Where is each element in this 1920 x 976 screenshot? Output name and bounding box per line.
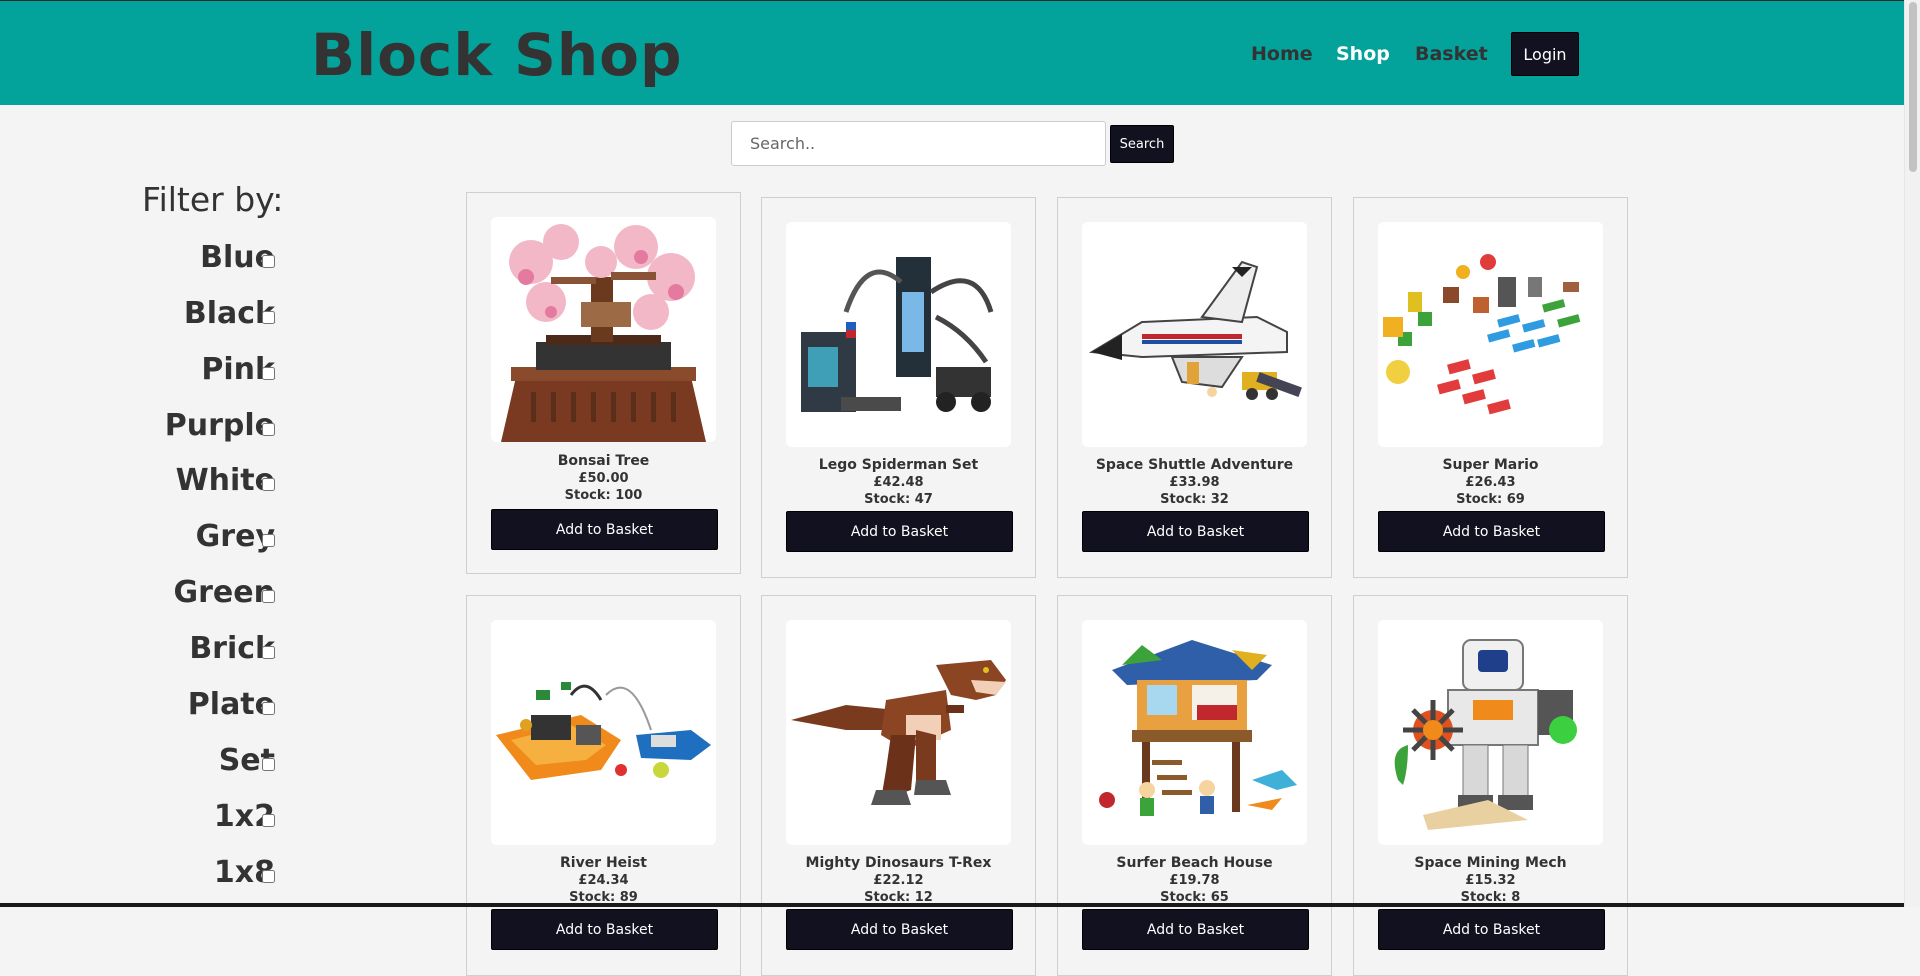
site-header: Block Shop Home Shop Basket Login [0, 1, 1904, 105]
nav-home-link[interactable]: Home [1251, 39, 1313, 69]
filter-option-white: White [176, 461, 275, 501]
filter-checkbox-purple[interactable] [262, 423, 275, 436]
add-to-basket-button[interactable]: Add to Basket [786, 511, 1013, 552]
site-logo[interactable]: Block Shop [311, 15, 683, 95]
scrollbar-thumb[interactable] [1909, 2, 1917, 172]
filter-checkbox-brick[interactable] [262, 646, 275, 659]
product-card-spiderman-set: Lego Spiderman Set £42.48 Stock: 47 Add … [761, 197, 1036, 578]
product-name: Space Mining Mech [1414, 855, 1567, 871]
filter-checkbox-pink[interactable] [262, 367, 275, 380]
add-to-basket-button[interactable]: Add to Basket [1082, 511, 1309, 552]
filter-label: Purple [164, 408, 275, 443]
spiderman-set-image[interactable] [786, 222, 1011, 447]
add-to-basket-button[interactable]: Add to Basket [1378, 909, 1605, 950]
add-to-basket-button[interactable]: Add to Basket [491, 509, 718, 550]
filter-label: Green [173, 575, 275, 610]
product-stock: Stock: 47 [864, 492, 933, 507]
add-to-basket-button[interactable]: Add to Basket [491, 909, 718, 950]
product-price: £42.48 [873, 475, 924, 490]
filter-checkbox-1x2[interactable] [262, 814, 275, 827]
product-stock: Stock: 69 [1456, 492, 1525, 507]
filter-checkbox-black[interactable] [262, 311, 275, 324]
product-card-beach-house: Surfer Beach House £19.78 Stock: 65 Add … [1057, 595, 1332, 976]
product-name: River Heist [559, 855, 647, 871]
filter-checkbox-1x8[interactable] [262, 870, 275, 883]
filter-checkbox-white[interactable] [262, 478, 275, 491]
nav-shop-link[interactable]: Shop [1336, 39, 1390, 69]
mining-mech-image[interactable] [1378, 620, 1603, 845]
search-button[interactable]: Search [1110, 125, 1174, 163]
filter-checkbox-grey[interactable] [262, 534, 275, 547]
add-to-basket-button[interactable]: Add to Basket [1378, 511, 1605, 552]
product-name: Mighty Dinosaurs T-Rex [805, 855, 992, 871]
filter-checkbox-blue[interactable] [262, 255, 275, 268]
product-card-space-shuttle: Space Shuttle Adventure £33.98 Stock: 32… [1057, 197, 1332, 578]
product-card-mining-mech: Space Mining Mech £15.32 Stock: 8 Add to… [1353, 595, 1628, 976]
product-stock: Stock: 32 [1160, 492, 1229, 507]
search-input[interactable] [731, 121, 1106, 166]
product-name: Lego Spiderman Set [818, 457, 979, 473]
product-price: £33.98 [1169, 475, 1220, 490]
product-name: Space Shuttle Adventure [1095, 457, 1294, 473]
product-price: £19.78 [1169, 873, 1220, 888]
super-mario-image[interactable] [1378, 222, 1603, 447]
add-to-basket-button[interactable]: Add to Basket [786, 909, 1013, 950]
product-card-super-mario: Super Mario £26.43 Stock: 69 Add to Bask… [1353, 197, 1628, 578]
product-card-river-heist: River Heist £24.34 Stock: 89 Add to Bask… [466, 595, 741, 976]
filter-label: White [175, 463, 275, 498]
filter-checkbox-plate[interactable] [262, 702, 275, 715]
product-card-t-rex: Mighty Dinosaurs T-Rex £22.12 Stock: 12 … [761, 595, 1036, 976]
filter-title: Filter by: [142, 180, 284, 219]
bonsai-tree-image[interactable] [491, 217, 716, 442]
product-price: £15.32 [1465, 873, 1516, 888]
window-bottom-border [0, 903, 1904, 907]
filter-option-purple: Purple [165, 406, 275, 446]
river-heist-image[interactable] [491, 620, 716, 845]
product-price: £50.00 [578, 471, 629, 486]
page-scrollbar[interactable] [1904, 0, 1920, 907]
product-stock: Stock: 100 [564, 488, 643, 503]
product-price: £24.34 [578, 873, 629, 888]
product-price: £22.12 [873, 873, 924, 888]
t-rex-image[interactable] [786, 620, 1011, 845]
nav-basket-link[interactable]: Basket [1415, 39, 1488, 69]
filter-checkbox-green[interactable] [262, 590, 275, 603]
login-button[interactable]: Login [1511, 32, 1579, 76]
add-to-basket-button[interactable]: Add to Basket [1082, 909, 1309, 950]
product-name: Super Mario [1442, 457, 1539, 473]
product-price: £26.43 [1465, 475, 1516, 490]
filter-option-green: Green [174, 573, 275, 613]
space-shuttle-image[interactable] [1082, 222, 1307, 447]
product-name: Bonsai Tree [557, 453, 650, 469]
product-name: Surfer Beach House [1116, 855, 1273, 871]
beach-house-image[interactable] [1082, 620, 1307, 845]
filter-checkbox-set[interactable] [262, 758, 275, 771]
product-card-bonsai-tree: Bonsai Tree £50.00 Stock: 100 Add to Bas… [466, 192, 741, 574]
